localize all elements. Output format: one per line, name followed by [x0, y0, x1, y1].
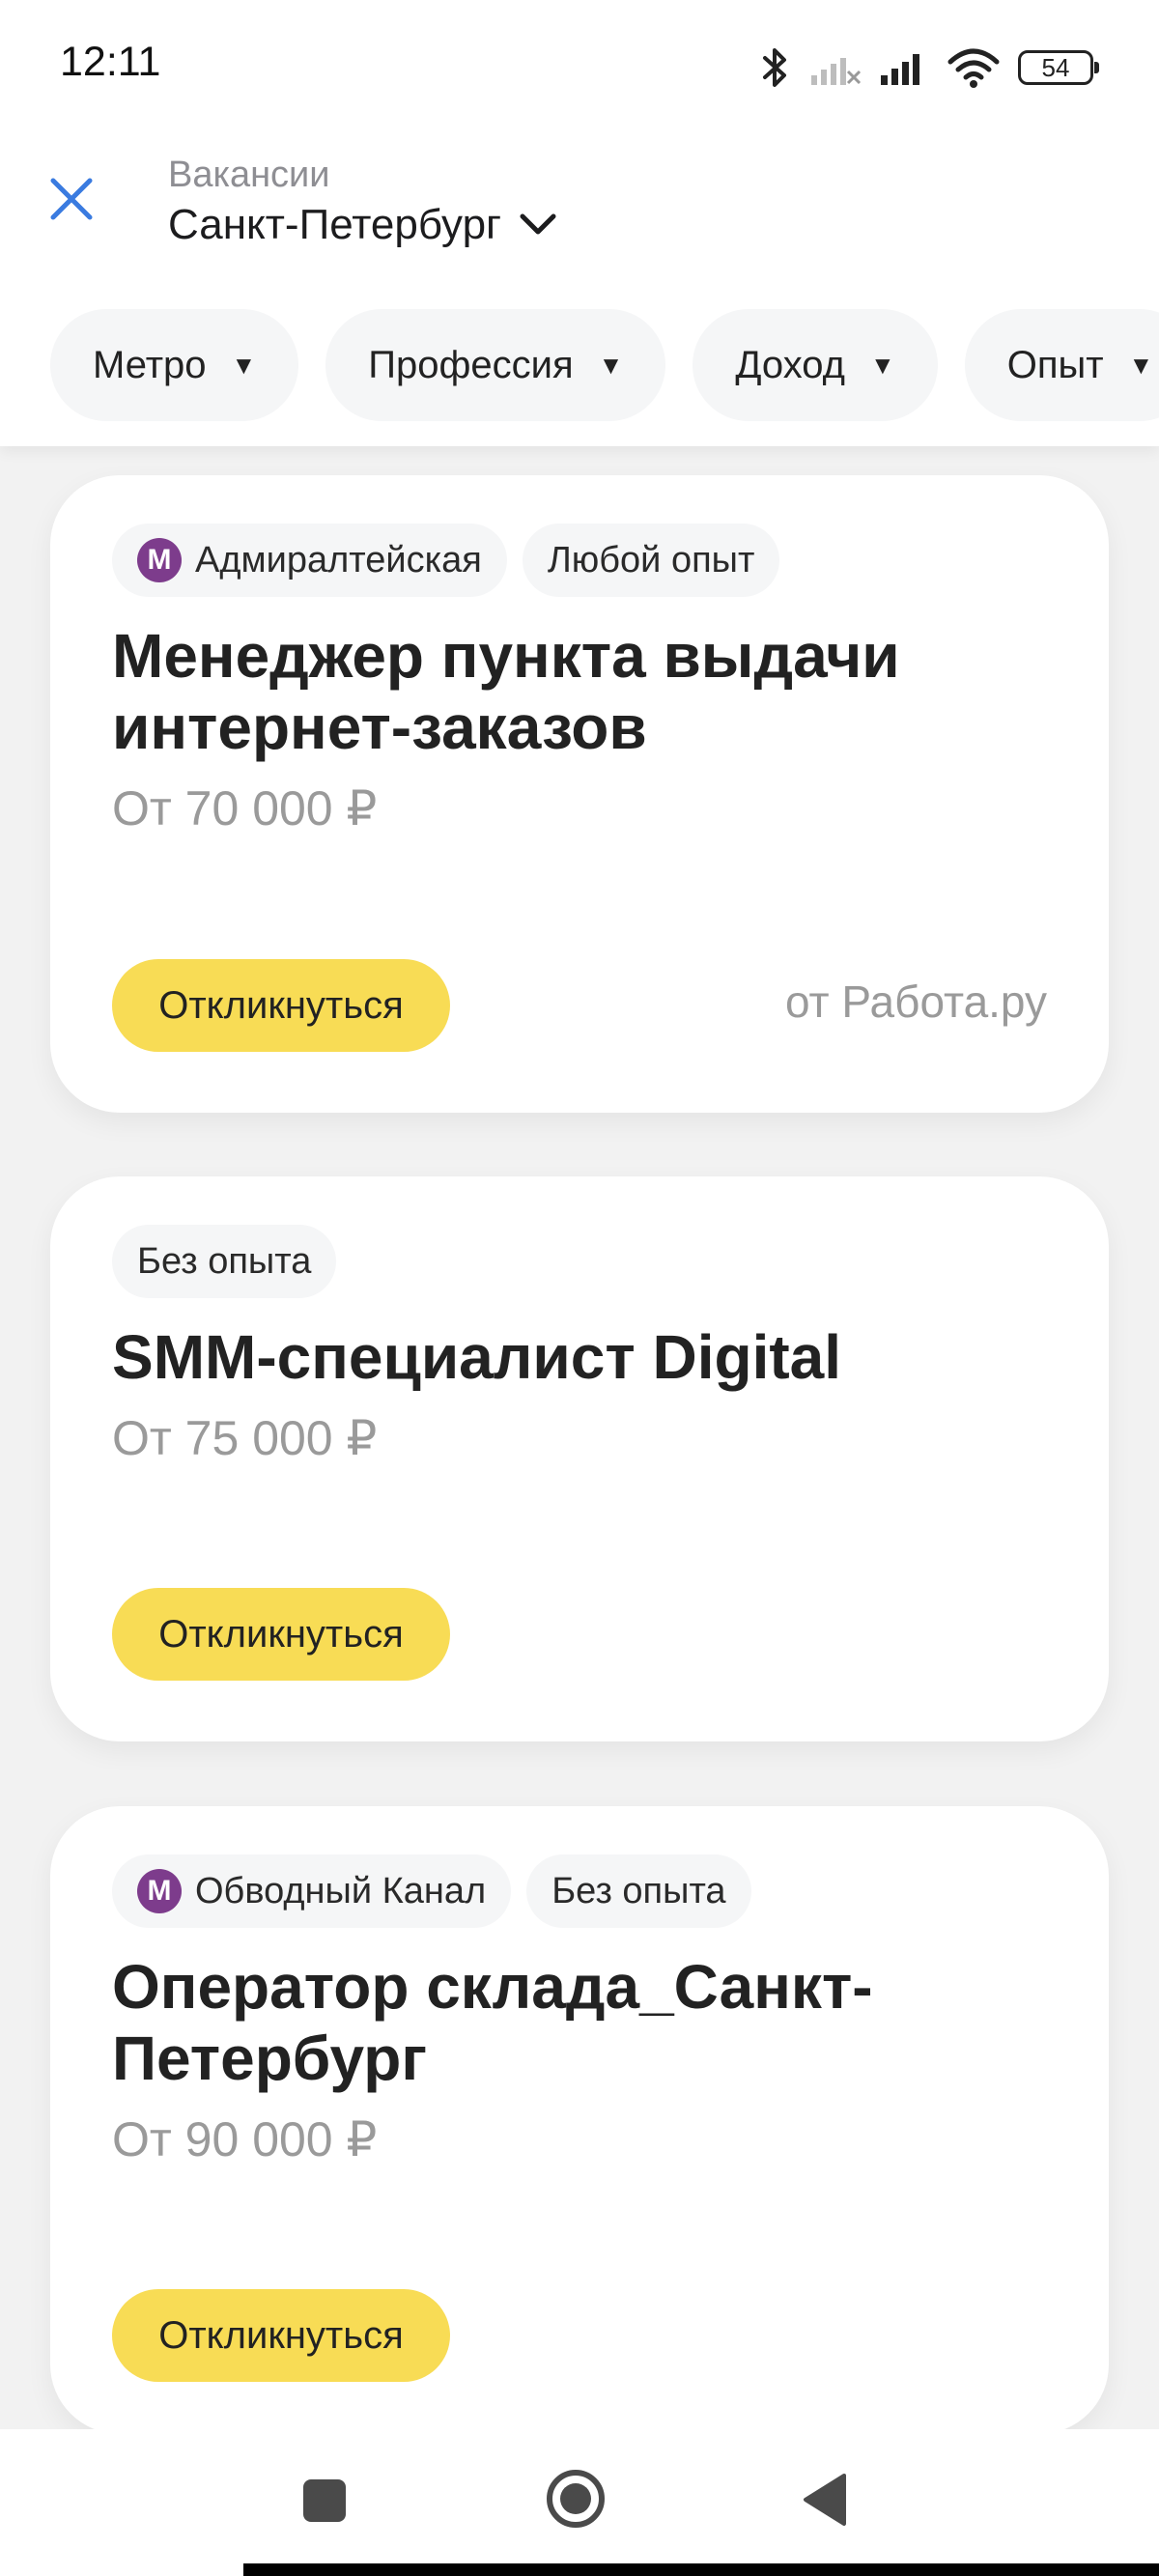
- experience-tag: Без опыта: [112, 1225, 337, 1298]
- job-card[interactable]: М Адмиралтейская Любой опыт Менеджер пун…: [50, 475, 1109, 1113]
- bluetooth-icon: [763, 48, 786, 87]
- job-title: Оператор склада_Санкт-Петербург: [112, 1952, 873, 2093]
- experience-tag: Без опыта: [526, 1854, 751, 1928]
- metro-station: Обводный Канал: [195, 1870, 487, 1911]
- battery-icon: 54: [1018, 50, 1099, 85]
- navigation-bar: [0, 2429, 1159, 2576]
- gesture-bar: [243, 2563, 1159, 2576]
- metro-station: Адмиралтейская: [195, 539, 482, 580]
- status-time: 12:11: [60, 39, 161, 85]
- job-card[interactable]: Без опыта SMM-специалист Digital От 75 0…: [50, 1176, 1109, 1741]
- filter-label: Доход: [735, 343, 845, 386]
- caret-down-icon: ▼: [598, 350, 624, 380]
- metro-icon: М: [137, 1869, 182, 1913]
- metro-tag: М Адмиралтейская: [112, 524, 507, 597]
- filter-metro[interactable]: Метро ▼: [50, 309, 299, 421]
- job-card[interactable]: М Обводный Канал Без опыта Оператор скла…: [50, 1806, 1109, 2434]
- home-icon: [547, 2470, 605, 2528]
- close-button[interactable]: [44, 172, 99, 226]
- job-salary: От 75 000 ₽: [112, 1411, 378, 1465]
- job-salary: От 70 000 ₽: [112, 781, 378, 835]
- recent-apps-icon: [303, 2479, 346, 2522]
- metro-icon: М: [137, 538, 182, 582]
- filter-income[interactable]: Доход ▼: [693, 309, 938, 421]
- recent-apps-button[interactable]: [301, 2477, 348, 2529]
- close-icon: [50, 178, 93, 220]
- caret-down-icon: ▼: [231, 350, 257, 380]
- job-tags: М Обводный Канал Без опыта: [112, 1806, 1047, 1928]
- apply-button[interactable]: Откликнуться: [112, 1588, 450, 1681]
- experience-tag: Любой опыт: [522, 524, 780, 597]
- status-icons: 54: [759, 37, 1099, 99]
- filter-bar: Метро ▼ Профессия ▼ Доход ▼ Опыт ▼: [50, 309, 1159, 421]
- filter-label: Опыт: [1006, 343, 1104, 386]
- apply-button[interactable]: Откликнуться: [112, 2289, 450, 2382]
- job-title: SMM-специалист Digital: [112, 1322, 842, 1392]
- filter-label: Профессия: [368, 343, 574, 386]
- filter-label: Метро: [93, 343, 207, 386]
- home-button[interactable]: [545, 2468, 607, 2534]
- top-bar: 12:11 54 Вакансии Санкт-Петербург Метро …: [0, 0, 1159, 446]
- caret-down-icon: ▼: [869, 350, 895, 380]
- back-icon: [804, 2474, 846, 2526]
- chevron-down-icon: [520, 213, 556, 235]
- signal-none-icon: [811, 58, 862, 85]
- caret-down-icon: ▼: [1128, 350, 1154, 380]
- job-salary: От 90 000 ₽: [112, 2112, 378, 2166]
- wifi-icon: [947, 48, 1000, 88]
- filter-experience[interactable]: Опыт ▼: [964, 309, 1159, 421]
- city-name: Санкт-Петербург: [168, 201, 502, 248]
- job-tags: Без опыта: [112, 1176, 1047, 1298]
- back-button[interactable]: [802, 2472, 848, 2533]
- job-source: от Работа.ру: [784, 977, 1047, 1027]
- header-subtitle: Вакансии: [168, 155, 330, 195]
- apply-button[interactable]: Откликнуться: [112, 959, 450, 1052]
- job-title: Менеджер пункта выдачи интернет-заказов: [112, 621, 900, 762]
- battery-level: 54: [1041, 53, 1070, 82]
- filter-profession[interactable]: Профессия ▼: [325, 309, 666, 421]
- city-selector[interactable]: Санкт-Петербург: [168, 201, 557, 249]
- job-tags: М Адмиралтейская Любой опыт: [112, 475, 1047, 597]
- signal-icon: [881, 54, 919, 85]
- metro-tag: М Обводный Канал: [112, 1854, 512, 1928]
